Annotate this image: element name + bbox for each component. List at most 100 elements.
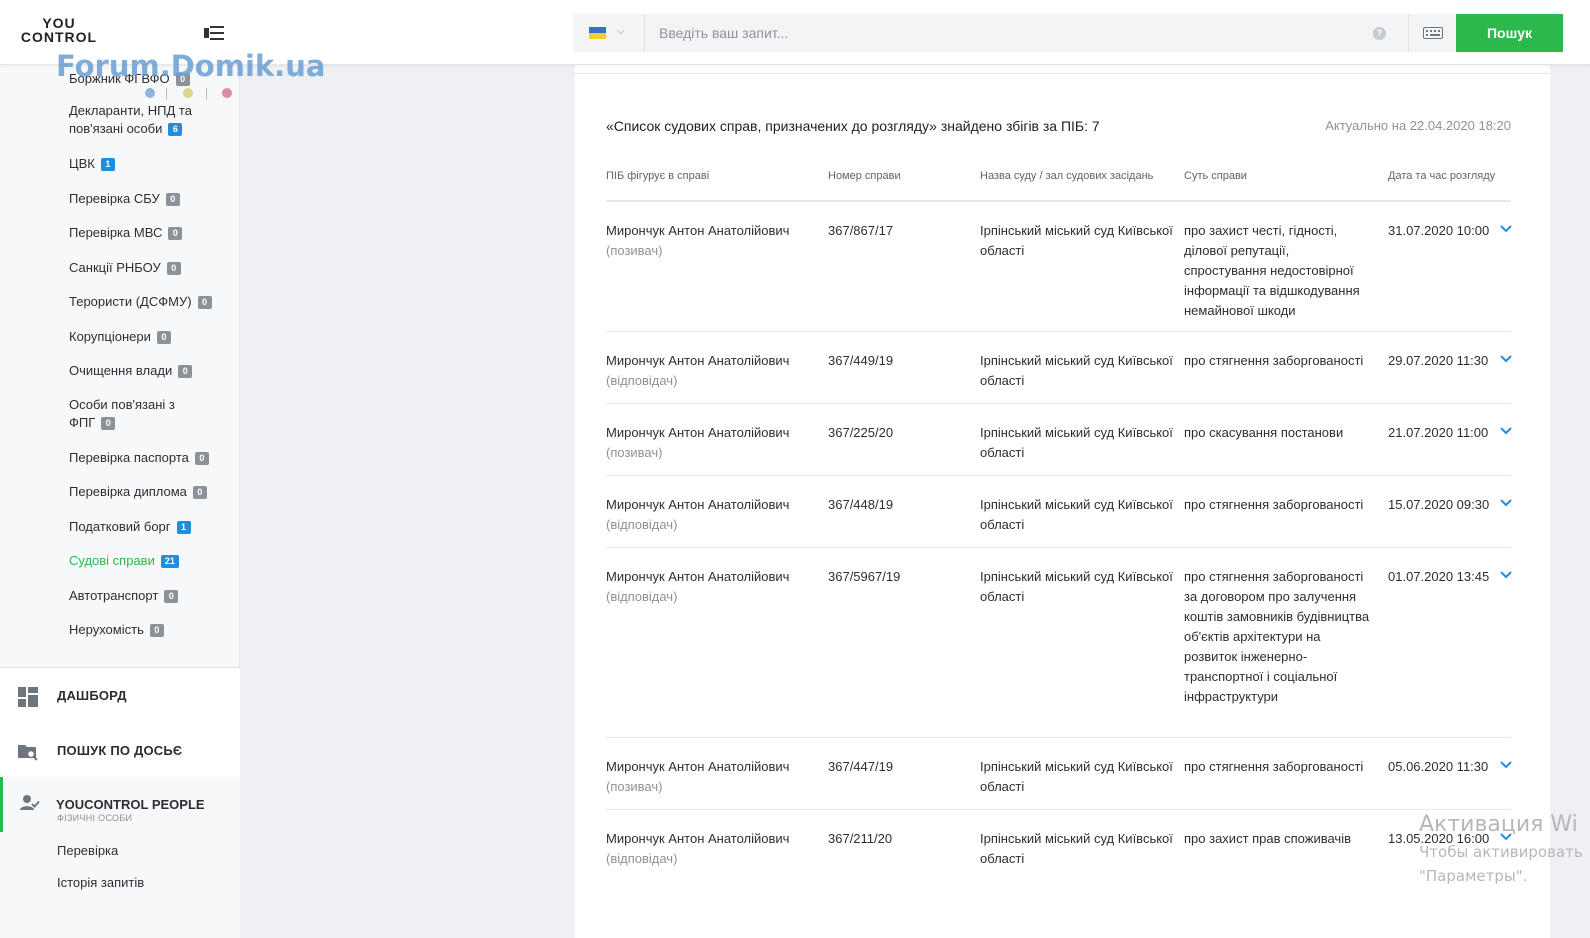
sidebar: Боржник ФГВФО 0 Декларанти, НПД та пов'яз… — [0, 65, 240, 938]
card-header-strip — [575, 65, 1550, 74]
expand-chevron-icon[interactable] — [1499, 496, 1513, 510]
language-selector[interactable]: ⌵ — [573, 14, 645, 52]
keyboard-button[interactable] — [1408, 14, 1456, 52]
cell-case-number: 367/867/17 — [828, 223, 894, 238]
people-subtitle: ФІЗИЧНІ ОСОБИ — [57, 813, 133, 823]
sidebar-item-corrupt[interactable]: Корупціонери 0 — [69, 328, 229, 346]
results-updated-date: Актуально на 22.04.2020 18:20 — [1325, 118, 1511, 133]
sidebar-item-label: Нерухомість — [69, 622, 144, 637]
cell-court: Ірпінський міський суд Київської області — [980, 353, 1173, 388]
column-header-court: Назва суду / зал судових засідань — [980, 170, 1154, 182]
search-input[interactable] — [645, 14, 1365, 52]
results-card: «Список судових справ, призначених до ро… — [575, 74, 1550, 938]
expand-chevron-icon[interactable] — [1499, 758, 1513, 772]
person-role: (відповідач) — [606, 517, 678, 532]
cell-person: Мирончук Антон Анатолійович (позивач) — [606, 423, 816, 463]
cell-person: Мирончук Антон Анатолійович (відповідач) — [606, 495, 816, 535]
sidebar-item-mvs[interactable]: Перевірка МВС 0 — [69, 224, 229, 242]
ukraine-flag-icon — [589, 27, 606, 39]
count-badge: 21 — [160, 555, 179, 569]
cell-case-number: 367/448/19 — [828, 497, 894, 512]
sidebar-item-label: Особи пов'язані з ФПГ — [69, 397, 175, 430]
collapse-menu-icon[interactable] — [204, 24, 224, 42]
sidebar-item-tax-debt[interactable]: Податковий борг 1 — [69, 518, 229, 536]
count-badge: 0 — [192, 486, 207, 500]
expand-chevron-icon[interactable] — [1499, 222, 1513, 236]
dashboard-icon — [18, 687, 38, 707]
person-check-icon[interactable] — [20, 794, 40, 812]
table-row[interactable]: Мирончук Антон Анатолійович (позивач) 367/… — [606, 404, 1513, 476]
folder-search-icon — [18, 745, 38, 761]
sidebar-item-vehicles[interactable]: Автотранспорт 0 — [69, 587, 229, 605]
cell-date: 31.07.2020 10:00 — [1388, 223, 1490, 238]
active-indicator — [0, 777, 3, 832]
people-history-link[interactable]: Історія запитів — [57, 875, 144, 890]
sidebar-item-court-cases[interactable]: Судові справи 21 — [69, 552, 229, 570]
person-role: (відповідач) — [606, 373, 678, 388]
sidebar-item-declarants[interactable]: Декларанти, НПД та пов'язані особи 6 — [69, 102, 209, 138]
table-row[interactable]: Мирончук Антон Анатолійович (відповідач) 3… — [606, 476, 1513, 548]
sidebar-item-fpg[interactable]: Особи пов'язані з ФПГ 0 — [69, 396, 189, 432]
sidebar-item-label: Санкції РНБОУ — [69, 260, 161, 275]
nav-dossier-label: ПОШУК ПО ДОСЬЄ — [57, 743, 183, 758]
search-button[interactable]: Пошук — [1456, 14, 1563, 52]
people-title[interactable]: YOUCONTROL PEOPLE — [56, 797, 205, 812]
sidebar-item-label: Корупціонери — [69, 329, 151, 344]
person-name: Мирончук Антон Анатолійович — [606, 831, 790, 846]
sidebar-item-label: Перевірка МВС — [69, 225, 163, 240]
nav-dashboard[interactable]: ДАШБОРД — [0, 668, 240, 724]
sidebar-item-lustration[interactable]: Очищення влади 0 — [69, 362, 229, 380]
sidebar-item-rnbou[interactable]: Санкції РНБОУ 0 — [69, 259, 229, 277]
help-icon[interactable]: ? — [1373, 27, 1386, 40]
expand-chevron-icon[interactable] — [1499, 424, 1513, 438]
person-name: Мирончук Антон Анатолійович — [606, 569, 790, 584]
keyboard-icon — [1423, 27, 1443, 39]
expand-chevron-icon[interactable] — [1499, 568, 1513, 582]
logo-line-2: CONTROL — [20, 29, 98, 45]
cell-court: Ірпінський міський суд Київської області — [980, 569, 1173, 604]
person-name: Мирончук Антон Анатолійович — [606, 759, 790, 774]
cell-subject: про стягнення заборгованості за договоро… — [1184, 569, 1370, 704]
youcontrol-logo[interactable]: YOU CONTROL — [20, 16, 98, 44]
sidebar-item-label: ЦВК — [69, 156, 95, 171]
cell-subject: про скасування постанови — [1184, 425, 1344, 440]
cell-case-number: 367/5967/19 — [828, 569, 901, 584]
forum-watermark: Forum.Domik.ua — [56, 49, 326, 83]
sidebar-item-sbu[interactable]: Перевірка СБУ 0 — [69, 190, 229, 208]
cell-case-number: 367/447/19 — [828, 759, 894, 774]
activation-line-1: Активация Wi — [1419, 812, 1578, 837]
cell-date: 29.07.2020 11:30 — [1388, 353, 1489, 368]
column-header-date: Дата та час розгляду — [1388, 170, 1496, 182]
count-badge: 0 — [149, 624, 164, 638]
cell-subject: про стягнення заборгованості — [1184, 497, 1364, 512]
search-bar: ⌵ ? — [573, 14, 1408, 52]
table-row[interactable]: Мирончук Антон Анатолійович (позивач) 367/… — [606, 202, 1513, 332]
count-badge: 0 — [178, 365, 193, 379]
windows-activation-notice: Активация Wi Чтобы активировать "Парамет… — [1419, 812, 1583, 885]
count-badge: 0 — [101, 417, 116, 431]
sidebar-item-label: Перевірка диплома — [69, 484, 187, 499]
table-row[interactable]: Мирончук Антон Анатолійович (відповідач) 3… — [606, 332, 1513, 404]
cell-case-number: 367/449/19 — [828, 353, 894, 368]
sidebar-item-label: Судові справи — [69, 553, 155, 568]
nav-dossier-search[interactable]: ПОШУК ПО ДОСЬЄ — [0, 723, 240, 779]
sidebar-item-label: Перевірка СБУ — [69, 191, 160, 206]
sidebar-item-label: Терористи (ДСФМУ) — [69, 294, 192, 309]
count-badge: 0 — [164, 590, 179, 604]
table-row[interactable]: Мирончук Антон Анатолійович (відповідач) 3… — [606, 810, 1512, 882]
results-title: «Список судових справ, призначених до ро… — [606, 118, 1100, 134]
sidebar-item-real-estate[interactable]: Нерухомість 0 — [69, 621, 229, 639]
table-row[interactable]: Мирончук Антон Анатолійович (відповідач) 3… — [606, 548, 1513, 738]
count-badge: 1 — [100, 158, 115, 172]
cell-court: Ірпінський міський суд Київської області — [980, 497, 1173, 532]
sidebar-item-terrorists[interactable]: Терористи (ДСФМУ) 0 — [69, 293, 229, 311]
activation-line-2: Чтобы активировать — [1419, 843, 1583, 861]
sidebar-item-passport[interactable]: Перевірка паспорта 0 — [69, 449, 229, 467]
sidebar-item-cvk[interactable]: ЦВК 1 — [69, 155, 229, 173]
cell-subject: про захист прав споживачів — [1184, 831, 1352, 846]
table-row[interactable]: Мирончук Антон Анатолійович (позивач) 367/… — [606, 738, 1513, 810]
count-badge: 6 — [168, 123, 183, 137]
sidebar-item-diploma[interactable]: Перевірка диплома 0 — [69, 483, 229, 501]
expand-chevron-icon[interactable] — [1499, 352, 1513, 366]
people-check-link[interactable]: Перевірка — [57, 843, 118, 858]
